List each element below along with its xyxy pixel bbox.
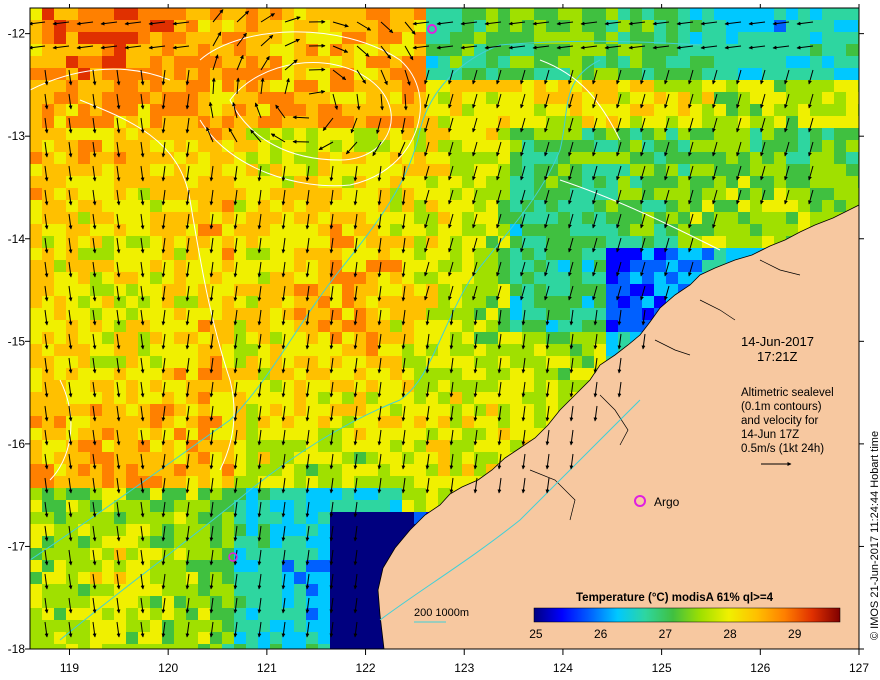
- longitude-tick-label: 119: [60, 661, 79, 675]
- longitude-tick-label: 120: [158, 661, 178, 675]
- latitude-tick-label: -18: [8, 642, 26, 656]
- sst-map: Argo 14-Jun-2017 17:21Z Altimetric seale…: [8, 4, 880, 675]
- longitude-tick-label: 124: [553, 661, 573, 675]
- colorbar-tick-label: 29: [788, 627, 802, 641]
- map-time: 17:21Z: [757, 349, 798, 364]
- latitude-tick-label: -16: [8, 437, 26, 451]
- colorbar-gradient: [533, 607, 841, 623]
- longitude-tick-label: 126: [750, 661, 770, 675]
- longitude-tick-label: 121: [257, 661, 277, 675]
- colorbar-tick-label: 25: [529, 627, 543, 641]
- latitude-tick-label: -14: [8, 232, 26, 246]
- latitude-tick-label: -17: [8, 539, 26, 553]
- map-date: 14-Jun-2017: [741, 334, 814, 349]
- longitude-labels: 119 120 121 122 123 124 125 126 127: [60, 661, 869, 675]
- altimetry-line: and velocity for: [741, 415, 819, 427]
- altimetry-line: Altimetric sealevel: [741, 387, 834, 399]
- altimetry-line: 0.5m/s (1kt 24h): [741, 443, 824, 455]
- colorbar-tick-label: 27: [659, 627, 673, 641]
- longitude-tick-label: 123: [454, 661, 474, 675]
- colorbar-tick-label: 28: [723, 627, 737, 641]
- altimetry-line: (0.1m contours): [741, 401, 822, 413]
- latitude-labels: -12 -13 -14 -15 -16 -17 -18: [8, 27, 26, 656]
- altimetry-line: 14-Jun 17Z: [741, 429, 799, 441]
- latitude-tick-label: -13: [8, 129, 26, 143]
- longitude-tick-label: 125: [652, 661, 672, 675]
- colorbar-tick-label: 26: [594, 627, 608, 641]
- argo-label: Argo: [654, 495, 680, 509]
- latitude-tick-label: -15: [8, 334, 26, 348]
- depth-legend: 200 1000m: [414, 607, 469, 619]
- colorbar-title: Temperature (°C) modisA 61% ql>=4: [576, 592, 774, 604]
- longitude-tick-label: 127: [849, 661, 869, 675]
- latitude-tick-label: -12: [8, 27, 26, 41]
- longitude-tick-label: 122: [356, 661, 376, 675]
- credit-text: © IMOS 21-Jun-2017 11:24:44 Hobart time: [869, 431, 880, 640]
